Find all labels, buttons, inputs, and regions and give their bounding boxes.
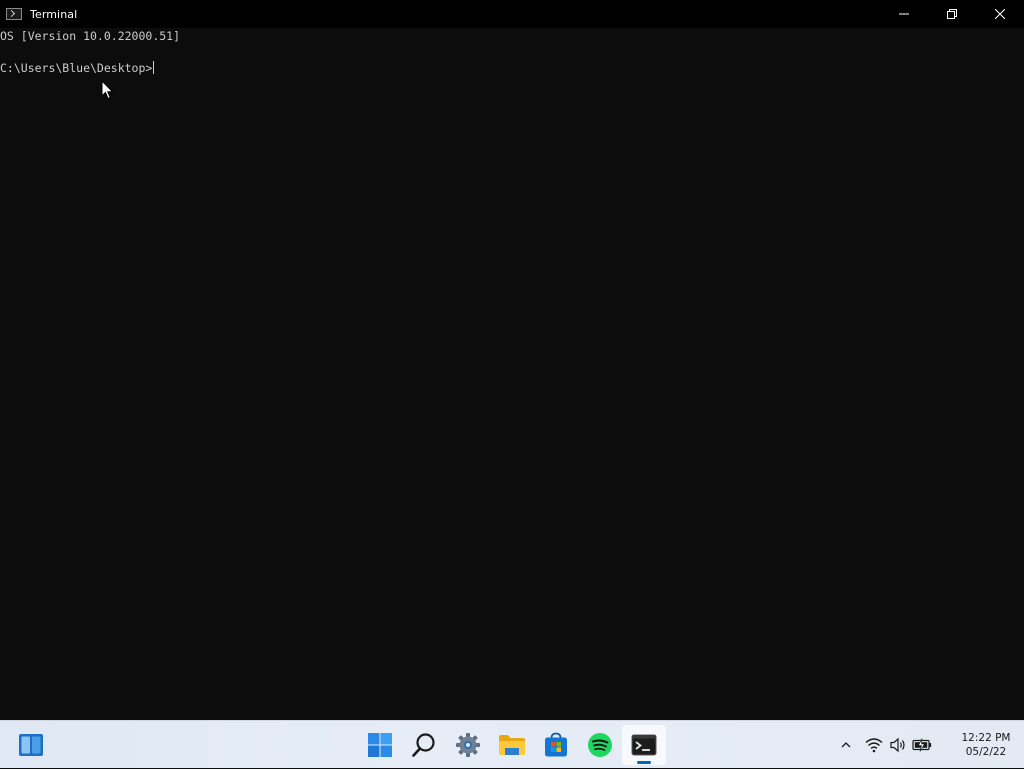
clock-time: 12:22 PM [961,732,1011,744]
widgets-button[interactable] [18,733,44,757]
folder-icon [499,735,525,755]
restore-button[interactable] [928,0,976,28]
close-button[interactable] [976,0,1024,28]
minimize-button[interactable] [880,0,928,28]
minimize-icon [899,13,909,15]
close-icon [995,9,1005,19]
title-bar[interactable]: Terminal [0,0,1024,28]
terminal-taskbar-button[interactable] [622,725,666,765]
volume-icon [890,737,905,753]
file-explorer-button[interactable] [490,725,534,765]
clock-date: 05/2/22 [965,746,1007,758]
gear-icon [456,733,480,757]
wifi-icon [865,738,883,753]
active-app-indicator [637,761,651,764]
window-controls [880,0,1024,28]
microsoft-store-button[interactable] [534,725,578,765]
start-button[interactable] [358,725,402,765]
settings-button[interactable] [446,725,490,765]
volume-button[interactable] [886,733,910,757]
window-title: Terminal [30,7,78,21]
store-icon [545,732,567,757]
terminal-icon [6,8,22,20]
spotify-icon [588,733,612,757]
windows-start-icon [368,733,392,757]
clock[interactable]: 12:22 PM 05/2/22 [948,721,1024,769]
chevron-up-icon [841,742,851,748]
search-button[interactable] [402,725,446,765]
terminal-icon [631,734,657,756]
system-tray: 12:22 PM 05/2/22 [834,721,1024,769]
spotify-button[interactable] [578,725,622,765]
search-icon [412,733,435,757]
text-cursor [153,61,155,74]
battery-button[interactable] [910,733,934,757]
show-hidden-icons-button[interactable] [834,733,858,757]
network-button[interactable] [862,733,886,757]
terminal-line-version: OS [Version 10.0.22000.51] [0,29,181,43]
taskbar: 12:22 PM 05/2/22 [0,720,1024,768]
terminal-prompt: C:\Users\Blue\Desktop> [0,61,153,75]
widgets-icon [19,734,43,756]
restore-icon [947,9,957,19]
mouse-pointer-icon [101,80,114,100]
terminal-prompt-line[interactable]: C:\Users\Blue\Desktop> [0,60,1024,76]
battery-icon [912,738,932,752]
terminal-output[interactable]: OS [Version 10.0.22000.51] C:\Users\Blue… [0,28,1024,720]
taskbar-apps [358,725,666,765]
